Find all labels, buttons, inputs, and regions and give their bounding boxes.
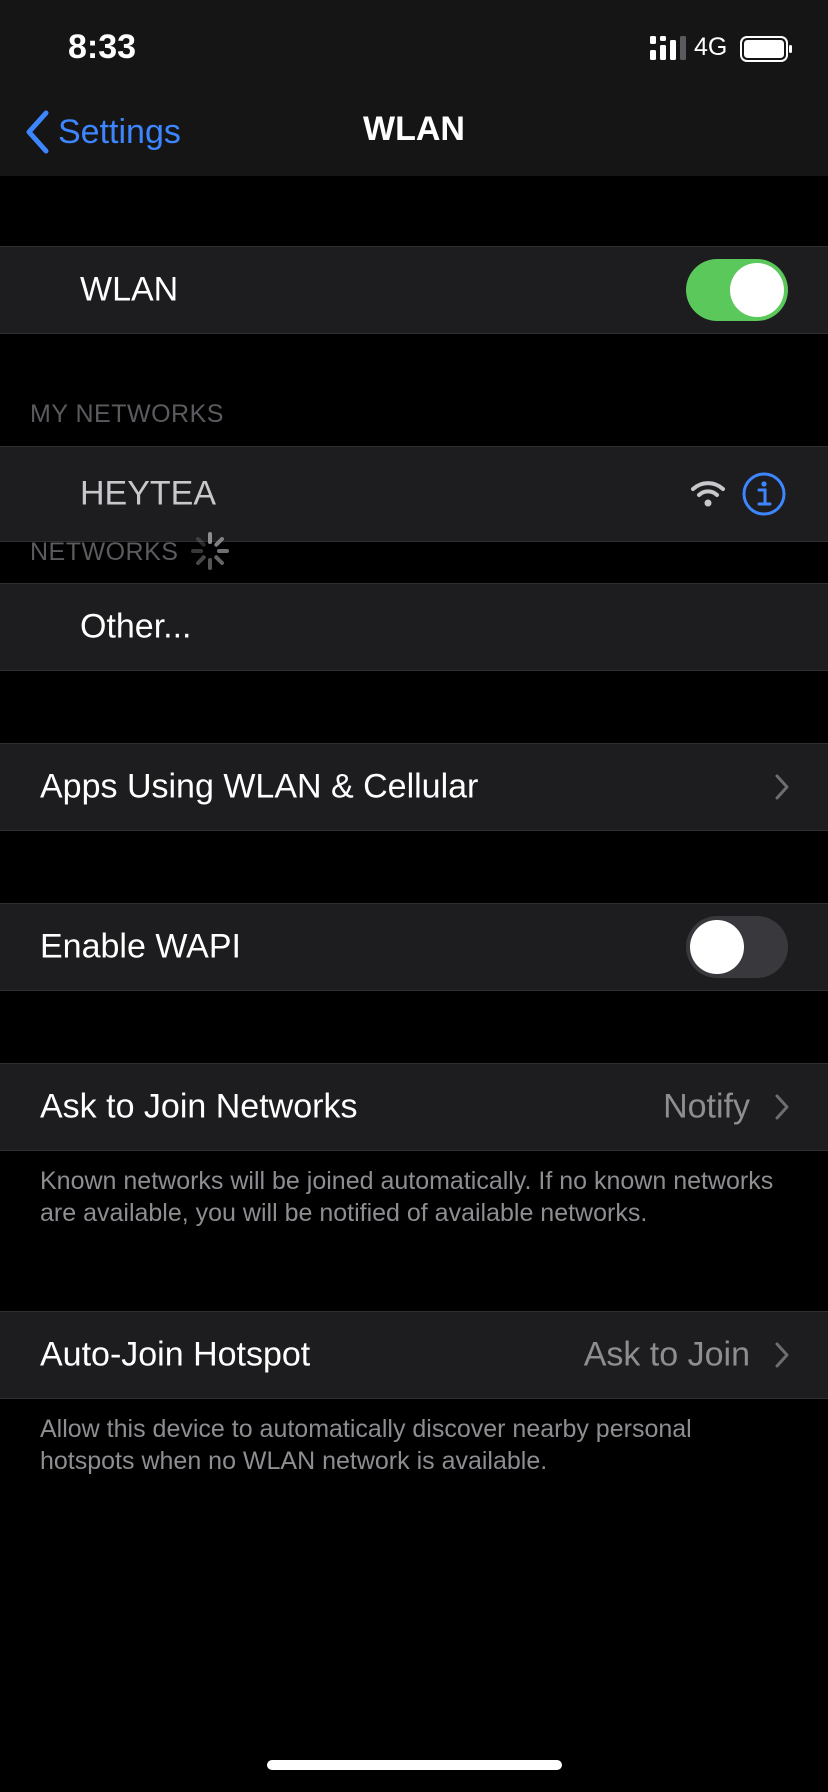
auto-join-hotspot-row[interactable]: Auto-Join Hotspot Ask to Join <box>0 1311 828 1399</box>
ask-to-join-label: Ask to Join Networks <box>40 1087 358 1126</box>
wlan-label: WLAN <box>80 270 179 309</box>
chevron-right-icon <box>775 1342 789 1368</box>
cellular-signal-icon <box>650 36 686 60</box>
chevron-right-icon <box>775 774 789 800</box>
network-name: HEYTEA <box>80 474 217 513</box>
wlan-toggle-row: WLAN <box>0 246 828 334</box>
apps-using-wlan-label: Apps Using WLAN & Cellular <box>40 767 479 806</box>
info-icon[interactable] <box>742 472 786 516</box>
networks-header: NETWORKS <box>30 538 179 566</box>
network-type-label: 4G <box>694 33 728 61</box>
other-network-row[interactable]: Other... <box>0 583 828 671</box>
chevron-right-icon <box>775 1094 789 1120</box>
home-indicator[interactable] <box>267 1760 562 1770</box>
page-title: WLAN <box>363 110 465 148</box>
my-networks-header: MY NETWORKS <box>30 400 224 428</box>
navigation-bar: 8:33 4G Settings WLAN <box>0 0 828 176</box>
battery-icon <box>740 36 792 62</box>
enable-wapi-row: Enable WAPI <box>0 903 828 991</box>
auto-join-hotspot-label: Auto-Join Hotspot <box>40 1335 311 1374</box>
ask-to-join-value: Notify <box>663 1087 750 1126</box>
toggle-knob <box>690 920 744 974</box>
wlan-toggle[interactable] <box>686 259 788 321</box>
enable-wapi-label: Enable WAPI <box>40 927 241 966</box>
auto-join-hotspot-value: Ask to Join <box>583 1335 750 1374</box>
toggle-knob <box>730 263 784 317</box>
network-row-heytea[interactable]: HEYTEA <box>0 446 828 542</box>
auto-join-hotspot-footer: Allow this device to automatically disco… <box>40 1415 692 1475</box>
apps-using-wlan-row[interactable]: Apps Using WLAN & Cellular <box>0 743 828 831</box>
ask-to-join-row[interactable]: Ask to Join Networks Notify <box>0 1063 828 1151</box>
loading-spinner-icon <box>191 532 229 570</box>
wapi-toggle[interactable] <box>686 916 788 978</box>
wifi-icon <box>691 481 725 507</box>
ask-to-join-footer: Known networks will be joined automatica… <box>40 1167 774 1227</box>
status-time: 8:33 <box>68 28 137 66</box>
other-network-label: Other... <box>80 607 192 646</box>
